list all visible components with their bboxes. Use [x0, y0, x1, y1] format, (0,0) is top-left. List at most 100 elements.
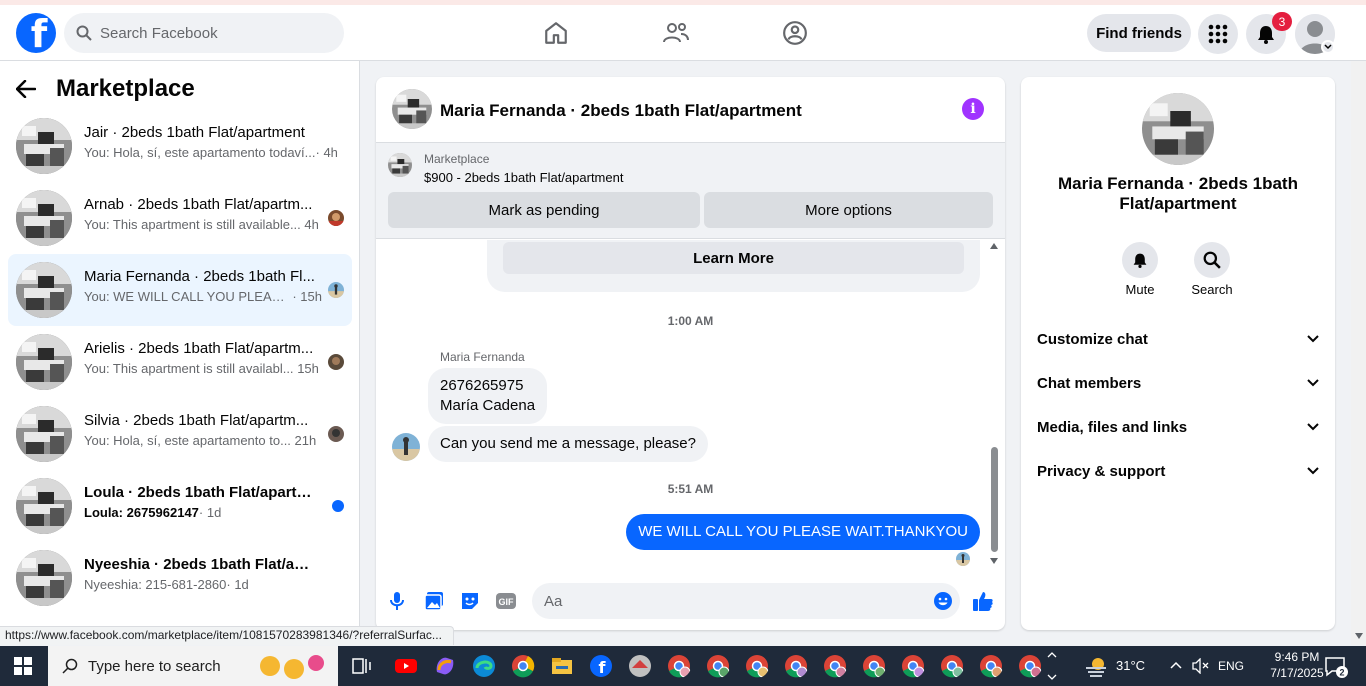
- facebook-app-icon[interactable]: f: [589, 654, 613, 678]
- conversation-item-maria-fernanda[interactable]: Maria Fernanda · 2beds 1bath Fl... You: …: [8, 254, 352, 326]
- chrome-profile-icon[interactable]: [667, 654, 691, 678]
- search-icon: [76, 25, 92, 41]
- microphone-icon[interactable]: [386, 590, 408, 612]
- chrome-profile-icon[interactable]: [706, 654, 730, 678]
- mute-button[interactable]: Mute: [1110, 242, 1170, 297]
- chrome-profile-icon[interactable]: [862, 654, 886, 678]
- scroll-down-icon[interactable]: [1355, 633, 1363, 639]
- chrome-profile-icon[interactable]: [940, 654, 964, 678]
- sender-avatar[interactable]: [392, 433, 420, 461]
- chrome-profile-icon[interactable]: [979, 654, 1003, 678]
- chrome-profile-icon[interactable]: [901, 654, 925, 678]
- chevron-down-icon: [1307, 335, 1319, 343]
- thumbs-up-icon[interactable]: [972, 590, 994, 612]
- conversation-title: Loula · 2beds 1bath Flat/apartme...: [84, 484, 318, 501]
- conversation-preview: You: This apartment is still availabl...…: [84, 361, 319, 376]
- chat-scroll-thumb[interactable]: [991, 447, 998, 552]
- facebook-logo[interactable]: f: [16, 13, 56, 53]
- sticker-icon[interactable]: [459, 590, 481, 612]
- message-list[interactable]: Learn More 1:00 AM Maria Fernanda 267626…: [376, 240, 1005, 570]
- photo-icon[interactable]: [423, 590, 445, 612]
- conversation-item-arnab[interactable]: Arnab · 2beds 1bath Flat/apartm... You: …: [8, 182, 352, 254]
- edge-icon[interactable]: [472, 654, 496, 678]
- search-conversation-button[interactable]: Search: [1182, 242, 1242, 297]
- windows-start-icon[interactable]: [14, 657, 32, 675]
- search-icon: [1194, 242, 1230, 278]
- listing-title[interactable]: $900 - 2beds 1bath Flat/apartment: [424, 170, 623, 185]
- taskbar-search[interactable]: [48, 646, 338, 686]
- conversation-item-nyeeshia[interactable]: Nyeeshia · 2beds 1bath Flat/apart... Nye…: [8, 542, 352, 614]
- chrome-profile-icon[interactable]: [1018, 654, 1042, 678]
- chevron-down-icon[interactable]: [1321, 40, 1335, 54]
- sidebar-header: Marketplace: [16, 73, 195, 105]
- windows-taskbar: f 31°C ENG 9:46 PM 7/17/2025 2: [0, 646, 1366, 686]
- svg-text:GIF: GIF: [499, 597, 515, 607]
- message-timestamp: 1:00 AM: [667, 314, 714, 328]
- language-indicator[interactable]: ENG: [1218, 659, 1244, 673]
- chrome-icon[interactable]: [511, 654, 535, 678]
- menu-grid-icon[interactable]: [1198, 14, 1238, 54]
- friends-icon[interactable]: [660, 17, 692, 49]
- chrome-profile-icon[interactable]: [745, 654, 769, 678]
- outgoing-message[interactable]: WE WILL CALL YOU PLEASE WAIT.THANKYOU: [626, 514, 980, 550]
- conversation-title: Arnab · 2beds 1bath Flat/apartm...: [84, 196, 313, 213]
- conversation-title: Nyeeshia · 2beds 1bath Flat/apart...: [84, 556, 318, 573]
- groups-icon[interactable]: [779, 17, 811, 49]
- task-view-icon[interactable]: [350, 654, 374, 678]
- chat-title[interactable]: Maria Fernanda · 2beds 1bath Flat/apartm…: [440, 101, 802, 121]
- privacy-support-row[interactable]: Privacy & support: [1037, 453, 1319, 489]
- home-icon[interactable]: [540, 17, 572, 49]
- listing-thumbnail: [16, 406, 72, 462]
- incoming-message[interactable]: 2676265975 María Cadena: [428, 368, 548, 424]
- listing-thumbnail: [16, 262, 72, 318]
- search-input[interactable]: [100, 24, 320, 42]
- customize-chat-row[interactable]: Customize chat: [1037, 321, 1319, 357]
- page-scrollbar[interactable]: [1351, 61, 1366, 645]
- weather-temperature[interactable]: 31°C: [1116, 658, 1145, 673]
- details-avatar[interactable]: [1142, 93, 1214, 165]
- listing-card: Learn More: [487, 240, 980, 292]
- volume-muted-icon[interactable]: [1192, 658, 1210, 674]
- chevron-down-icon: [1307, 467, 1319, 475]
- message-input[interactable]: [532, 583, 960, 619]
- marketplace-sidebar: Marketplace Jair · 2beds 1bath Flat/apar…: [0, 61, 360, 637]
- notification-center-icon[interactable]: 2: [1324, 656, 1348, 678]
- youtube-icon[interactable]: [394, 654, 418, 678]
- copilot-icon[interactable]: [433, 654, 457, 678]
- taskbar-search-input[interactable]: [88, 657, 228, 675]
- game-app-icon[interactable]: [628, 654, 652, 678]
- read-receipt-avatar: [956, 552, 970, 566]
- emoji-icon[interactable]: [932, 590, 954, 612]
- conversation-preview: Loula: 2675962147 · 1d: [84, 505, 222, 520]
- back-arrow-icon[interactable]: [16, 73, 48, 105]
- weather-icon[interactable]: [1084, 654, 1110, 678]
- seen-avatar: [328, 282, 344, 298]
- scroll-up-icon[interactable]: [990, 243, 998, 249]
- taskbar-scroll-arrows-icon[interactable]: [1047, 650, 1057, 682]
- mark-as-pending-button[interactable]: Mark as pending: [388, 192, 700, 228]
- incoming-message[interactable]: Can you send me a message, please?: [428, 426, 708, 462]
- media-files-links-row[interactable]: Media, files and links: [1037, 409, 1319, 445]
- info-icon[interactable]: i: [962, 98, 984, 120]
- conversation-item-loula[interactable]: Loula · 2beds 1bath Flat/apartme... Loul…: [8, 470, 352, 542]
- chrome-profile-icon[interactable]: [784, 654, 808, 678]
- listing-thumbnail: [16, 334, 72, 390]
- more-options-button[interactable]: More options: [704, 192, 993, 228]
- gif-icon[interactable]: GIF: [495, 590, 517, 612]
- file-explorer-icon[interactable]: [550, 654, 574, 678]
- find-friends-button[interactable]: Find friends: [1087, 14, 1191, 52]
- conversation-item-silvia[interactable]: Silvia · 2beds 1bath Flat/apartm... You:…: [8, 398, 352, 470]
- conversation-item-arielis[interactable]: Arielis · 2beds 1bath Flat/apartm... You…: [8, 326, 352, 398]
- chevron-up-icon[interactable]: [1170, 660, 1182, 670]
- conversation-item-jair[interactable]: Jair · 2beds 1bath Flat/apartment You: H…: [8, 110, 352, 182]
- chat-panel: Maria Fernanda · 2beds 1bath Flat/apartm…: [376, 77, 1005, 630]
- chrome-profile-icon[interactable]: [823, 654, 847, 678]
- listing-thumbnail: [16, 118, 72, 174]
- conversation-title: Silvia · 2beds 1bath Flat/apartm...: [84, 412, 309, 429]
- search-bar[interactable]: [64, 13, 344, 53]
- facebook-topbar: f Find friends 3: [0, 5, 1366, 61]
- chat-avatar[interactable]: [392, 89, 432, 129]
- chat-members-row[interactable]: Chat members: [1037, 365, 1319, 401]
- scroll-down-icon[interactable]: [990, 558, 998, 564]
- learn-more-button[interactable]: Learn More: [503, 242, 964, 274]
